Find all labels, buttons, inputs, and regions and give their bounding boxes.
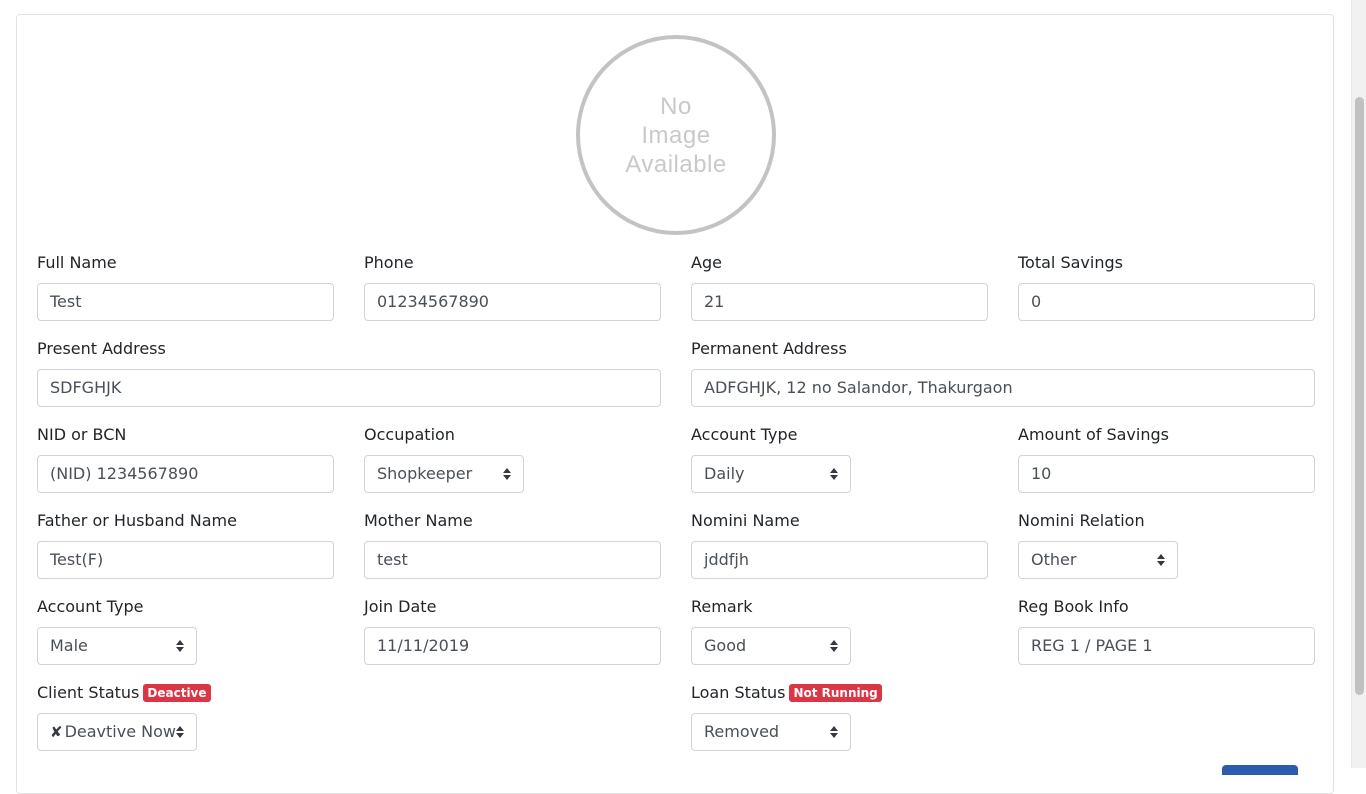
select-caret-icon <box>830 468 838 480</box>
client-status-label-text: Client Status <box>37 683 140 702</box>
nid-label: NID or BCN <box>37 425 127 444</box>
submit-button[interactable] <box>1222 765 1298 775</box>
nomini-relation-label: Nomini Relation <box>1018 511 1145 530</box>
join-date-input[interactable]: 11/11/2019 <box>364 627 661 665</box>
present-address-label: Present Address <box>37 339 166 358</box>
select-caret-icon <box>176 726 184 738</box>
account-type-selected: Daily <box>704 464 745 483</box>
permanent-address-input[interactable]: ADFGHJK, 12 no Salandor, Thakurgaon <box>691 369 1315 407</box>
mother-name-label: Mother Name <box>364 511 473 530</box>
client-status-label: Client Status Deactive <box>37 683 211 703</box>
full-name-label: Full Name <box>37 253 117 272</box>
age-label: Age <box>691 253 722 272</box>
loan-status-badge: Not Running <box>789 684 882 702</box>
no-image-avatar: No Image Available <box>576 35 776 235</box>
father-name-label: Father or Husband Name <box>37 511 237 530</box>
select-caret-icon <box>503 468 511 480</box>
gender-label: Account Type <box>37 597 144 616</box>
scrollbar-thumb[interactable] <box>1355 97 1364 695</box>
loan-status-selected: Removed <box>704 722 780 741</box>
present-address-input[interactable]: SDFGHJK <box>37 369 661 407</box>
join-date-label: Join Date <box>364 597 437 616</box>
client-status-selected: Deavtive Now <box>64 722 176 741</box>
reg-book-input[interactable]: REG 1 / PAGE 1 <box>1018 627 1315 665</box>
account-type-select[interactable]: Daily <box>691 455 851 493</box>
avatar-placeholder-text: No Image Available <box>625 92 727 178</box>
client-status-badge: Deactive <box>143 684 211 702</box>
total-savings-input[interactable]: 0 <box>1018 283 1315 321</box>
gender-select[interactable]: Male <box>37 627 197 665</box>
client-status-select[interactable]: ✘ Deavtive Now <box>37 713 197 751</box>
x-icon: ✘ <box>50 723 63 741</box>
gender-selected: Male <box>50 636 88 655</box>
select-caret-icon <box>830 640 838 652</box>
loan-status-label-text: Loan Status <box>691 683 786 702</box>
nomini-relation-select[interactable]: Other <box>1018 541 1178 579</box>
phone-label: Phone <box>364 253 414 272</box>
remark-selected: Good <box>704 636 747 655</box>
loan-status-select[interactable]: Removed <box>691 713 851 751</box>
phone-input[interactable]: 01234567890 <box>364 283 661 321</box>
select-caret-icon <box>176 640 184 652</box>
loan-status-label: Loan Status Not Running <box>691 683 882 703</box>
select-caret-icon <box>1157 554 1165 566</box>
nid-input[interactable]: (NID) 1234567890 <box>37 455 334 493</box>
occupation-selected: Shopkeeper <box>377 464 473 483</box>
amount-savings-label: Amount of Savings <box>1018 425 1169 444</box>
mother-name-input[interactable]: test <box>364 541 661 579</box>
nomini-name-input[interactable]: jddfjh <box>691 541 988 579</box>
age-input[interactable]: 21 <box>691 283 988 321</box>
account-type-label: Account Type <box>691 425 798 444</box>
reg-book-label: Reg Book Info <box>1018 597 1129 616</box>
father-name-input[interactable]: Test(F) <box>37 541 334 579</box>
occupation-label: Occupation <box>364 425 455 444</box>
occupation-select[interactable]: Shopkeeper <box>364 455 524 493</box>
remark-label: Remark <box>691 597 753 616</box>
amount-savings-input[interactable]: 10 <box>1018 455 1315 493</box>
page-scrollbar[interactable] <box>1351 0 1366 768</box>
select-caret-icon <box>830 726 838 738</box>
total-savings-label: Total Savings <box>1018 253 1123 272</box>
remark-select[interactable]: Good <box>691 627 851 665</box>
permanent-address-label: Permanent Address <box>691 339 847 358</box>
full-name-input[interactable]: Test <box>37 283 334 321</box>
nomini-relation-selected: Other <box>1031 550 1077 569</box>
nomini-name-label: Nomini Name <box>691 511 800 530</box>
